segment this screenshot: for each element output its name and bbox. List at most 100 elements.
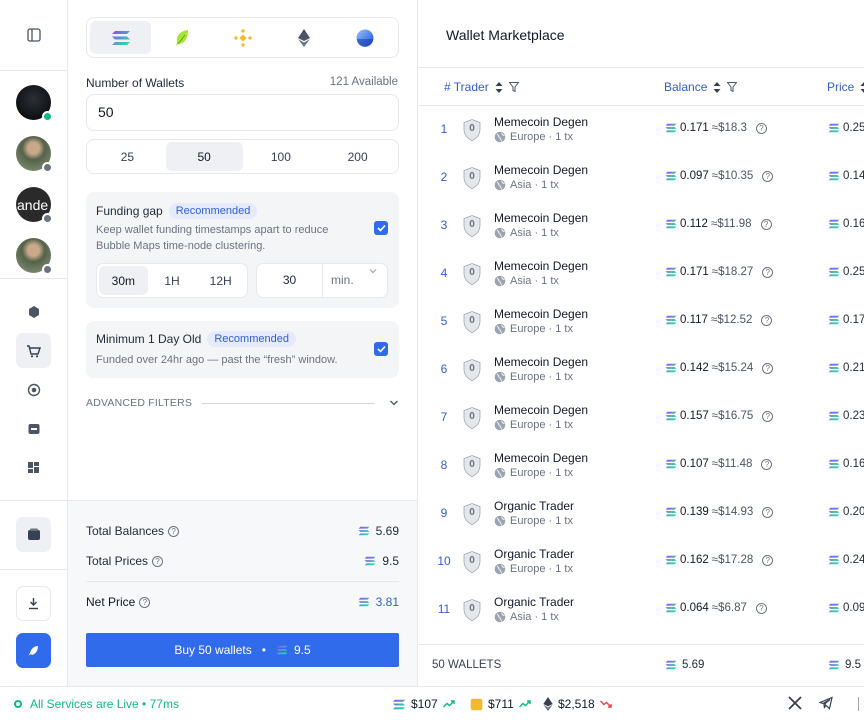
table-row[interactable]: 4 0 Memecoin Degen Asia · 1 tx 0.171 ≈$18.27… bbox=[418, 250, 864, 298]
preset-50-button[interactable]: 50 bbox=[165, 142, 243, 171]
table-row[interactable]: 9 0 Organic Trader Europe · 1 tx 0.139 ≈$14.… bbox=[418, 490, 864, 538]
chain-tab-bnb[interactable] bbox=[212, 21, 273, 54]
avatar[interactable] bbox=[16, 238, 53, 275]
balance-usd: ≈$18.3 bbox=[711, 122, 747, 134]
chevron-down-icon bbox=[369, 269, 377, 274]
help-icon[interactable]: ? bbox=[760, 218, 772, 230]
gap-value-field: 30 min. bbox=[256, 263, 388, 298]
trader-region: Asia · 1 tx bbox=[510, 227, 559, 239]
telegram-icon[interactable] bbox=[818, 696, 833, 713]
table-row[interactable]: 5 0 Memecoin Degen Europe · 1 tx 0.117 ≈$12.… bbox=[418, 298, 864, 346]
col-trader-header[interactable]: # Trader bbox=[444, 80, 519, 94]
advanced-filters-toggle[interactable]: ADVANCED FILTERS bbox=[86, 397, 399, 409]
preset-100-button[interactable]: 100 bbox=[243, 142, 320, 171]
leaf-icon bbox=[175, 29, 188, 46]
rocket-icon[interactable] bbox=[16, 633, 51, 668]
avatar[interactable] bbox=[16, 136, 53, 173]
wallet-count-input[interactable]: 50 bbox=[86, 94, 399, 131]
avatar[interactable]: ande bbox=[16, 187, 53, 224]
target-icon[interactable] bbox=[16, 372, 51, 407]
help-icon[interactable]: ? bbox=[762, 170, 774, 182]
price-value: 0.24 bbox=[843, 554, 864, 566]
table-row[interactable]: 8 0 Memecoin Degen Europe · 1 tx 0.107 ≈$11.… bbox=[418, 442, 864, 490]
left-rail: ande bbox=[0, 0, 68, 686]
total-prices-value: 9.5 bbox=[382, 554, 399, 568]
row-index: 7 bbox=[440, 410, 448, 424]
help-icon[interactable]: ? bbox=[762, 362, 774, 374]
dashboard-icon[interactable] bbox=[16, 450, 51, 485]
wallet-marketplace: Wallet Marketplace # Trader Balance Pric… bbox=[418, 0, 864, 686]
preset-25-button[interactable]: 25 bbox=[89, 142, 166, 171]
trader-region: Asia · 1 tx bbox=[510, 179, 559, 191]
buy-wallets-button[interactable]: Buy 50 wallets • 9.5 bbox=[86, 633, 399, 667]
tag-icon[interactable] bbox=[16, 294, 51, 329]
sort-icon[interactable] bbox=[860, 81, 864, 93]
table-row[interactable]: 6 0 Memecoin Degen Europe · 1 tx 0.142 ≈$15.… bbox=[418, 346, 864, 394]
chain-tab-solana[interactable] bbox=[90, 21, 151, 54]
help-icon[interactable]: ? bbox=[762, 554, 774, 566]
table-row[interactable]: 3 0 Memecoin Degen Asia · 1 tx 0.112 ≈$11.98… bbox=[418, 202, 864, 250]
solana-icon bbox=[665, 555, 677, 565]
x-twitter-icon[interactable] bbox=[788, 696, 802, 713]
download-icon[interactable] bbox=[16, 586, 51, 621]
help-icon[interactable]: ? bbox=[762, 266, 774, 278]
interval-1h-button[interactable]: 1H bbox=[148, 266, 197, 295]
sort-icon[interactable] bbox=[713, 81, 721, 93]
interval-12h-button[interactable]: 12H bbox=[196, 266, 245, 295]
wallet-icon[interactable] bbox=[16, 517, 51, 552]
ticker-ethereum[interactable]: $2,518 bbox=[543, 697, 612, 711]
sort-icon[interactable] bbox=[495, 81, 503, 93]
filter-icon[interactable] bbox=[508, 82, 519, 92]
help-icon[interactable]: ? bbox=[762, 506, 774, 518]
preset-200-button[interactable]: 200 bbox=[319, 142, 396, 171]
col-price-header[interactable]: Price bbox=[827, 80, 864, 94]
min-age-checkbox[interactable] bbox=[374, 342, 388, 356]
table-row[interactable]: 11 0 Organic Trader Asia · 1 tx 0.064 ≈$6.87… bbox=[418, 586, 864, 634]
gap-value-input[interactable]: 30 bbox=[257, 264, 323, 297]
balance-usd: ≈$18.27 bbox=[711, 266, 754, 278]
solana-icon bbox=[828, 267, 840, 277]
solana-icon bbox=[665, 459, 677, 469]
help-icon[interactable]: ? bbox=[755, 122, 767, 134]
interval-30m-button[interactable]: 30m bbox=[99, 266, 148, 295]
help-icon[interactable]: ? bbox=[761, 458, 773, 470]
globe-icon bbox=[494, 419, 506, 431]
filter-icon[interactable] bbox=[727, 82, 738, 92]
price-value: 0.14 bbox=[843, 170, 864, 182]
gap-unit-select[interactable]: min. bbox=[323, 264, 387, 297]
trader-region: Europe · 1 tx bbox=[510, 563, 573, 575]
ticker-solana[interactable]: $107 bbox=[392, 697, 455, 711]
trader-level: 0 bbox=[469, 219, 475, 230]
table-row[interactable]: 10 0 Organic Trader Europe · 1 tx 0.162 ≈$17… bbox=[418, 538, 864, 586]
avatar[interactable] bbox=[16, 85, 53, 122]
total-balances-value: 5.69 bbox=[375, 524, 399, 538]
gap-unit-label: min. bbox=[331, 273, 354, 287]
help-icon[interactable]: ? bbox=[761, 314, 773, 326]
help-icon[interactable]: ? bbox=[152, 555, 164, 567]
table-row[interactable]: 2 0 Memecoin Degen Asia · 1 tx 0.097 ≈$10.35… bbox=[418, 154, 864, 202]
sidebar-toggle-icon[interactable] bbox=[16, 17, 51, 52]
solana-icon bbox=[665, 660, 677, 670]
help-icon[interactable]: ? bbox=[762, 410, 774, 422]
cart-icon[interactable] bbox=[16, 333, 51, 368]
inbox-icon[interactable] bbox=[16, 411, 51, 446]
trader-level: 0 bbox=[469, 363, 475, 374]
help-icon[interactable]: ? bbox=[755, 602, 767, 614]
help-icon[interactable]: ? bbox=[168, 525, 180, 537]
table-row[interactable]: 1 0 Memecoin Degen Europe · 1 tx 0.171 ≈$18.… bbox=[418, 106, 864, 154]
chain-tab-leaf[interactable] bbox=[151, 21, 212, 54]
balance-usd: ≈$14.93 bbox=[711, 506, 754, 518]
trader-name: Organic Trader bbox=[494, 499, 575, 513]
buy-label: Buy 50 wallets bbox=[174, 643, 252, 657]
help-icon[interactable]: ? bbox=[139, 596, 151, 608]
ticker-bnb[interactable]: $711 bbox=[470, 697, 531, 711]
shield-icon: 0 bbox=[463, 119, 481, 141]
solana-icon bbox=[665, 411, 677, 421]
row-index: 5 bbox=[440, 314, 448, 328]
chain-tab-ethereum[interactable] bbox=[273, 21, 334, 54]
funding-gap-checkbox[interactable] bbox=[374, 221, 388, 235]
trader-region: Europe · 1 tx bbox=[510, 419, 573, 431]
col-balance-header[interactable]: Balance bbox=[664, 80, 738, 94]
table-row[interactable]: 7 0 Memecoin Degen Europe · 1 tx 0.157 ≈$16.… bbox=[418, 394, 864, 442]
chain-tab-base[interactable] bbox=[334, 21, 395, 54]
